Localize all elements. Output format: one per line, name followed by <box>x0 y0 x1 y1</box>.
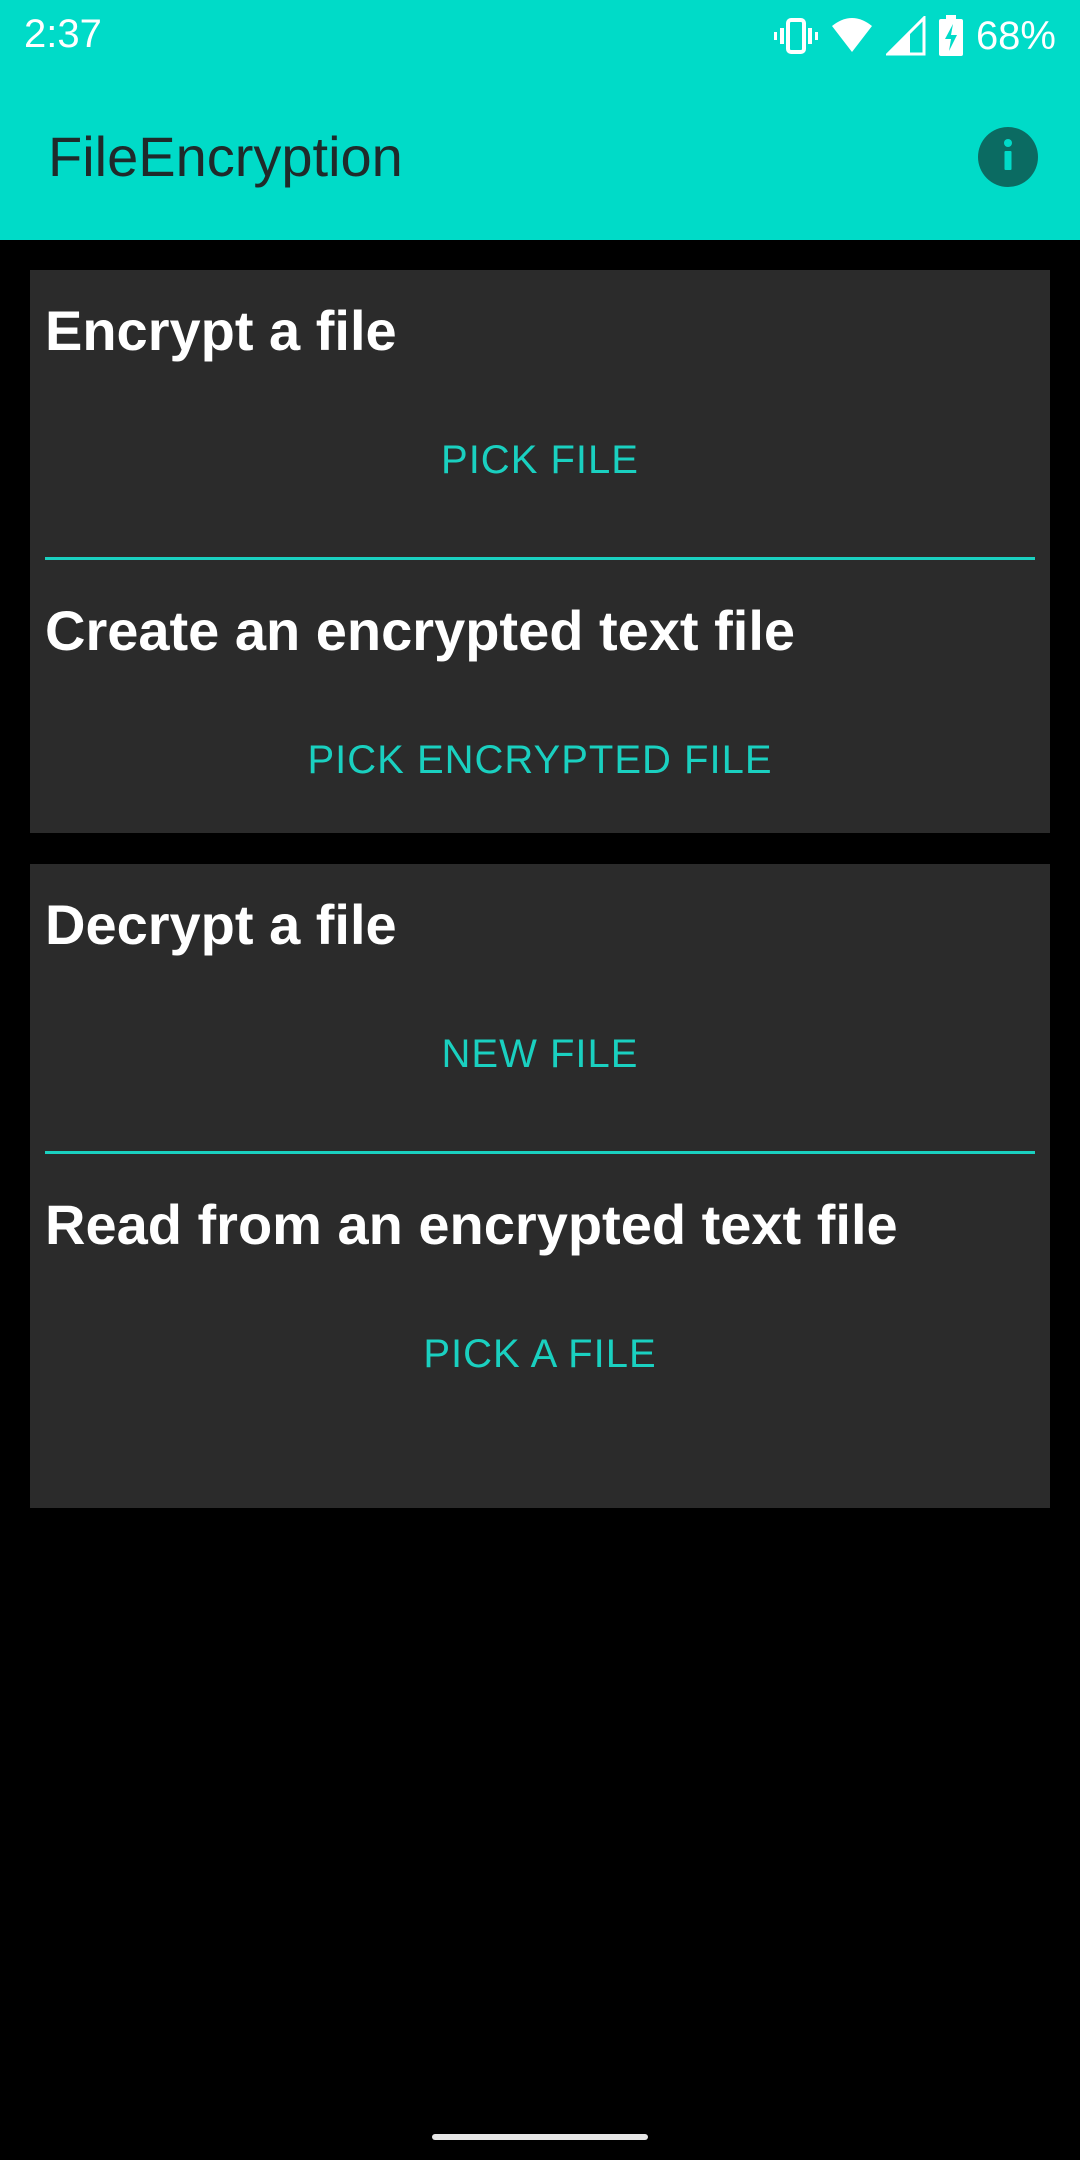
create-encrypted-text-file-title: Create an encrypted text file <box>45 599 796 662</box>
pick-a-file-button[interactable]: PICK A FILE <box>30 1332 1050 1377</box>
wifi-icon <box>830 16 874 56</box>
status-bar: 2:37 68% <box>0 0 1080 74</box>
status-time: 2:37 <box>24 12 102 56</box>
battery-charging-icon <box>938 15 964 57</box>
info-button[interactable] <box>978 127 1038 187</box>
status-icons: 68% <box>773 12 1056 60</box>
pick-encrypted-file-button[interactable]: PICK ENCRYPTED FILE <box>30 738 1050 783</box>
app-bar: 2:37 68% FileEncryption <box>0 0 1080 240</box>
vibrate-icon <box>773 16 818 56</box>
app-title: FileEncryption <box>48 125 403 188</box>
decrypt-card: Decrypt a file NEW FILE Read from an enc… <box>30 864 1050 1508</box>
divider <box>45 557 1035 560</box>
encrypt-file-title: Encrypt a file <box>45 299 397 362</box>
new-file-button[interactable]: NEW FILE <box>30 1032 1050 1077</box>
decrypt-file-title: Decrypt a file <box>45 893 397 956</box>
read-encrypted-text-file-title: Read from an encrypted text file <box>45 1193 898 1256</box>
pick-file-button[interactable]: PICK FILE <box>30 438 1050 483</box>
navigation-handle[interactable] <box>432 2134 648 2140</box>
signal-icon <box>885 16 926 56</box>
divider <box>45 1151 1035 1154</box>
info-icon <box>978 125 1038 190</box>
battery-percent: 68% <box>975 13 1056 58</box>
encrypt-card: Encrypt a file PICK FILE Create an encry… <box>30 270 1050 833</box>
